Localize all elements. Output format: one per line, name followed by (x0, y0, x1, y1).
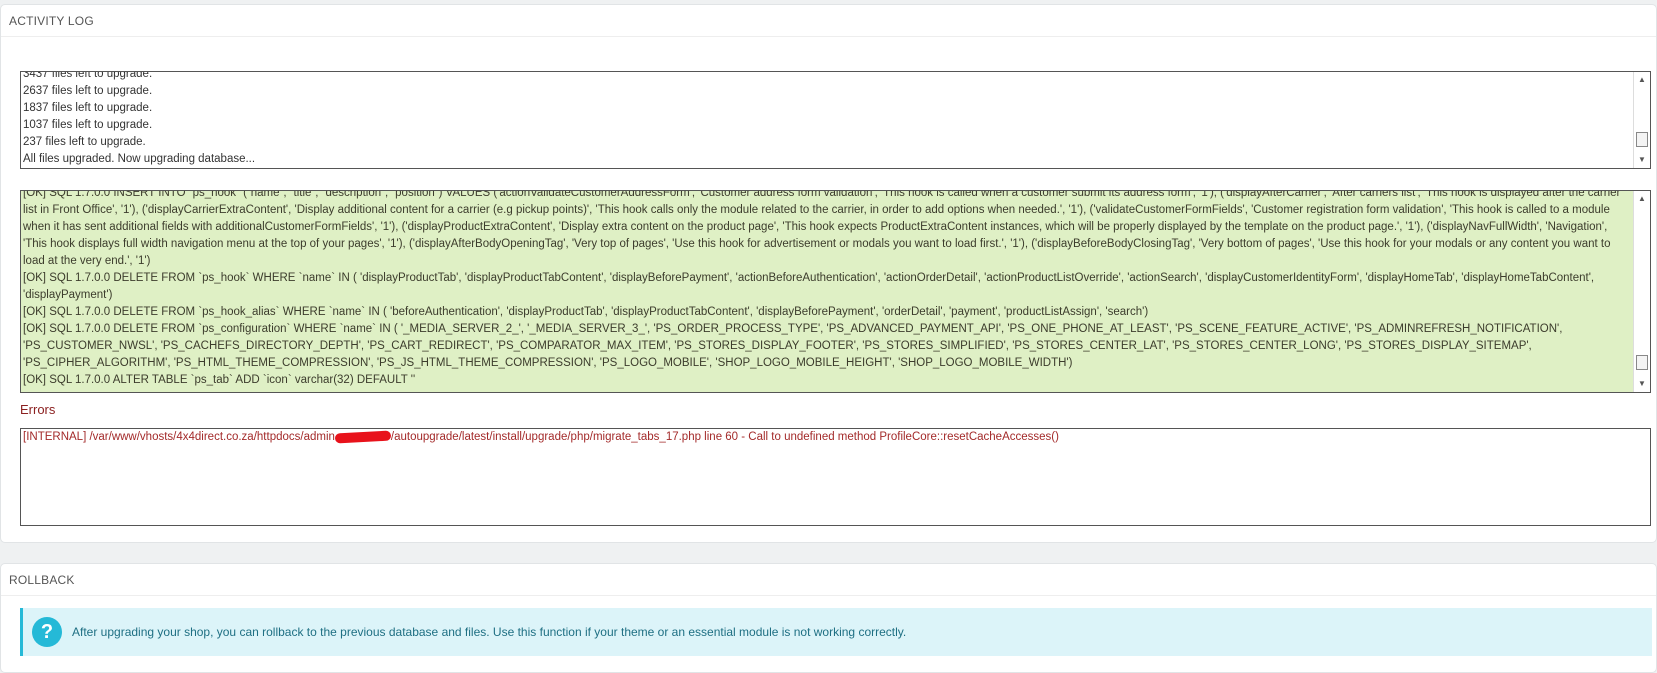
error-line: [INTERNAL] /var/www/vhosts/4x4direct.co.… (23, 429, 1630, 446)
log-line: [OK] SQL 1.7.0.0 DELETE FROM `ps_configu… (23, 323, 1563, 369)
error-text-prefix: [INTERNAL] /var/www/vhosts/4x4direct.co.… (23, 431, 335, 443)
info-log-lines: [OK] SQL 1.7.0.0 INSERT INTO `ps_hook` (… (23, 190, 1630, 389)
info-log[interactable]: [OK] SQL 1.7.0.0 INSERT INTO `ps_hook` (… (20, 190, 1651, 393)
log-line: [OK] SQL 1.7.0.0 ALTER TABLE `ps_tab` AD… (23, 374, 416, 386)
quick-info-log[interactable]: 3437 files left to upgrade. 2637 files l… (20, 71, 1651, 169)
activity-log-panel: ACTIVITY LOG 3437 files left to upgrade.… (0, 4, 1657, 543)
scroll-down-arrow-icon[interactable]: ▼ (1634, 377, 1650, 391)
log-line: 1037 files left to upgrade. (23, 119, 153, 131)
rollback-info-alert: ? After upgrading your shop, you can rol… (20, 608, 1652, 656)
rollback-title: ROLLBACK (1, 564, 1656, 596)
question-icon: ? (32, 617, 62, 647)
log-line: [OK] SQL 1.7.0.0 DELETE FROM `ps_hook_al… (23, 306, 1149, 318)
errors-label: Errors (20, 402, 56, 417)
info-log-scrollbar[interactable]: ▲ ▼ (1633, 191, 1650, 392)
error-text-suffix: /autoupgrade/latest/install/upgrade/php/… (390, 431, 1059, 443)
log-line: 1837 files left to upgrade. (23, 102, 153, 114)
scroll-thumb[interactable] (1636, 355, 1648, 370)
quick-info-scrollbar[interactable]: ▲ ▼ (1633, 72, 1650, 168)
log-line: 2637 files left to upgrade. (23, 85, 153, 97)
scroll-down-arrow-icon[interactable]: ▼ (1634, 153, 1650, 167)
scroll-thumb[interactable] (1636, 132, 1648, 147)
scroll-up-arrow-icon[interactable]: ▲ (1634, 73, 1650, 87)
log-line: All files upgraded. Now upgrading databa… (23, 153, 256, 165)
rollback-panel: ROLLBACK ? After upgrading your shop, yo… (0, 563, 1657, 673)
activity-log-title: ACTIVITY LOG (1, 5, 1656, 37)
quick-info-lines: 3437 files left to upgrade. 2637 files l… (23, 71, 1630, 168)
log-line: [OK] SQL 1.7.0.0 INSERT INTO `ps_hook` (… (23, 190, 1621, 267)
log-line: 3437 files left to upgrade. (23, 71, 153, 80)
error-log[interactable]: [INTERNAL] /var/www/vhosts/4x4direct.co.… (20, 428, 1651, 526)
rollback-info-text: After upgrading your shop, you can rollb… (72, 625, 907, 639)
scroll-up-arrow-icon[interactable]: ▲ (1634, 192, 1650, 206)
log-line: 237 files left to upgrade. (23, 136, 146, 148)
log-line: [OK] SQL 1.7.0.0 DELETE FROM `ps_hook` W… (23, 272, 1595, 301)
redaction-mark (334, 430, 392, 444)
